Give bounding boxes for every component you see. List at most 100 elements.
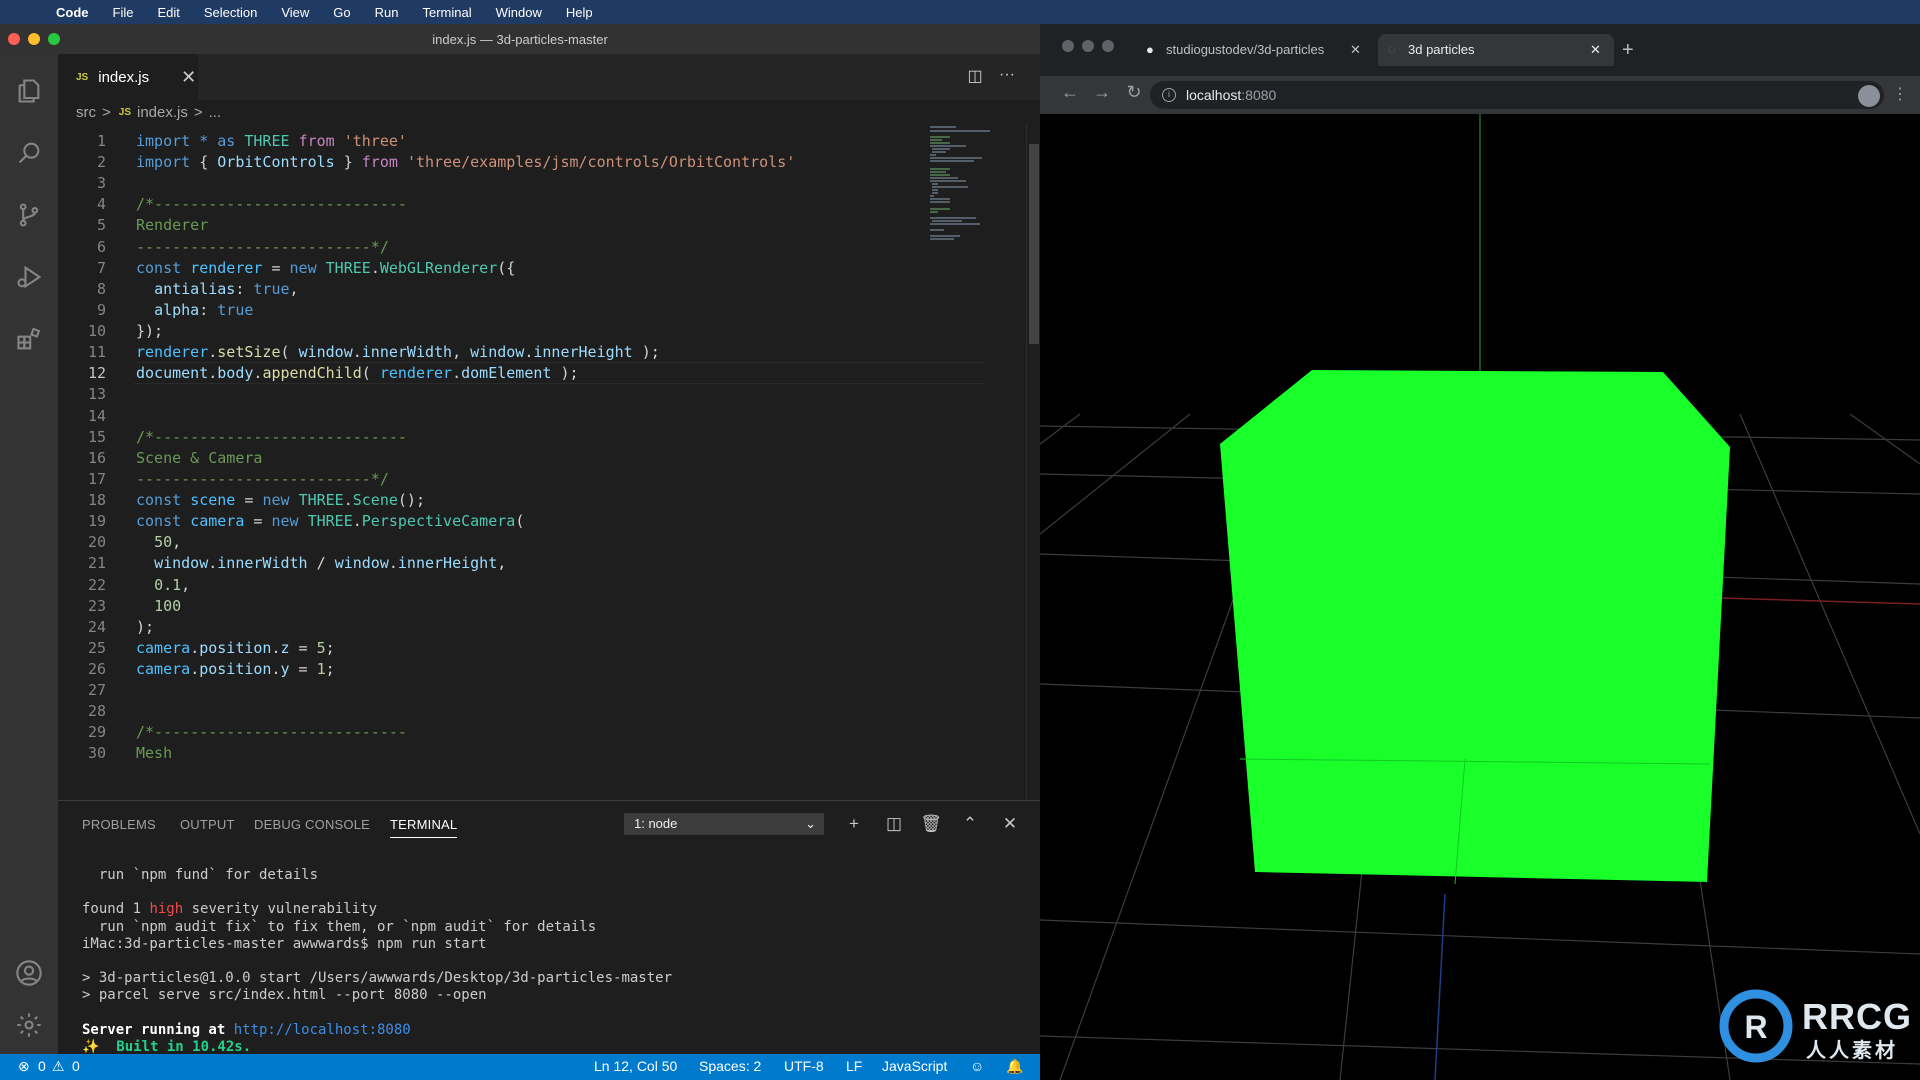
- cursor-position[interactable]: Ln 12, Col 50: [594, 1058, 677, 1074]
- minimize-window-button[interactable]: [28, 33, 40, 45]
- error-icon[interactable]: ⊗: [18, 1058, 30, 1075]
- forward-arrow-icon[interactable]: →: [1090, 82, 1114, 103]
- encoding[interactable]: UTF-8: [784, 1058, 824, 1074]
- code-line[interactable]: 9 alpha: true: [58, 299, 928, 321]
- browser-tab-github[interactable]: ● studiogustodev/3d-particles ✕: [1140, 34, 1368, 66]
- code-line[interactable]: 1 import * as THREE from 'three': [58, 130, 928, 152]
- code-line[interactable]: 13: [58, 383, 928, 405]
- code-line[interactable]: 22 0.1,: [58, 574, 928, 596]
- search-icon[interactable]: [14, 138, 44, 168]
- browser-menu-icon[interactable]: ⋮: [1892, 84, 1908, 104]
- code-line[interactable]: 11 renderer.setSize( window.innerWidth, w…: [58, 341, 928, 363]
- code-line[interactable]: 26 camera.position.y = 1;: [58, 658, 928, 680]
- kill-terminal-icon[interactable]: 🗑: [919, 813, 943, 835]
- tab-problems[interactable]: PROBLEMS: [82, 817, 156, 832]
- run-debug-icon[interactable]: [14, 262, 44, 292]
- site-info-icon[interactable]: i: [1162, 88, 1176, 102]
- code-line[interactable]: 17 --------------------------*/: [58, 468, 928, 490]
- menu-help[interactable]: Help: [566, 5, 593, 20]
- menu-file[interactable]: File: [113, 5, 134, 20]
- address-bar[interactable]: i localhost:8080 ☆: [1150, 81, 1884, 109]
- code-line[interactable]: 30 Mesh: [58, 742, 928, 764]
- close-tab-icon[interactable]: ✕: [1590, 34, 1601, 66]
- menu-edit[interactable]: Edit: [157, 5, 179, 20]
- close-window-button[interactable]: [1062, 40, 1074, 52]
- code-line[interactable]: 24);: [58, 616, 928, 638]
- code-line[interactable]: 7 const renderer = new THREE.WebGLRendere…: [58, 257, 928, 279]
- code-line[interactable]: 27: [58, 679, 928, 701]
- code-line[interactable]: 16 Scene & Camera: [58, 447, 928, 469]
- menu-selection[interactable]: Selection: [204, 5, 257, 20]
- close-window-button[interactable]: [8, 33, 20, 45]
- terminal-select-dropdown[interactable]: 1: node ⌄: [624, 813, 824, 835]
- minimap[interactable]: [928, 124, 1024, 284]
- settings-gear-icon[interactable]: [14, 1010, 44, 1040]
- indentation[interactable]: Spaces: 2: [699, 1058, 761, 1074]
- webgl-viewport[interactable]: [1040, 114, 1920, 1080]
- close-tab-icon[interactable]: ✕: [181, 67, 196, 88]
- code-line[interactable]: 25 camera.position.z = 5;: [58, 637, 928, 659]
- browser-tab-3d-particles[interactable]: ◌ 3d particles ✕: [1378, 34, 1614, 66]
- more-actions-icon[interactable]: ···: [996, 66, 1018, 88]
- code-line[interactable]: 5 Renderer: [58, 214, 928, 236]
- menu-window[interactable]: Window: [496, 5, 542, 20]
- account-icon[interactable]: [14, 958, 44, 988]
- menu-run[interactable]: Run: [375, 5, 399, 20]
- zoom-window-button[interactable]: [48, 33, 60, 45]
- code-line[interactable]: 4 /*----------------------------: [58, 193, 928, 215]
- code-line[interactable]: 15 /*----------------------------: [58, 426, 928, 448]
- code-line[interactable]: 2 import { OrbitControls } from 'three/ex…: [58, 151, 928, 173]
- menu-app-code[interactable]: Code: [56, 5, 89, 20]
- explorer-icon[interactable]: [14, 76, 44, 106]
- split-terminal-icon[interactable]: ◫: [882, 813, 906, 835]
- editor-scrollbar[interactable]: [1026, 124, 1040, 800]
- breadcrumb-file[interactable]: index.js: [137, 104, 188, 121]
- close-tab-icon[interactable]: ✕: [1350, 34, 1361, 66]
- code-editor[interactable]: 1 import * as THREE from 'three' 2 import {…: [58, 124, 1040, 800]
- code-line[interactable]: 19 const camera = new THREE.PerspectiveCa…: [58, 510, 928, 532]
- source-control-icon[interactable]: [14, 200, 44, 230]
- menu-go[interactable]: Go: [333, 5, 350, 20]
- minimize-window-button[interactable]: [1082, 40, 1094, 52]
- code-line[interactable]: 3: [58, 172, 928, 194]
- language-mode[interactable]: JavaScript: [882, 1058, 947, 1074]
- tab-terminal[interactable]: TERMINAL: [390, 817, 458, 838]
- new-tab-button[interactable]: +: [1622, 34, 1634, 66]
- code-line[interactable]: 8 antialias: true,: [58, 278, 928, 300]
- tab-output[interactable]: OUTPUT: [180, 817, 235, 832]
- reload-icon[interactable]: ↻: [1122, 82, 1146, 103]
- maximize-panel-icon[interactable]: ⌃: [958, 813, 982, 835]
- tab-index-js[interactable]: JS index.js ✕: [58, 54, 198, 100]
- code-line[interactable]: 29 /*----------------------------: [58, 721, 928, 743]
- scrollbar-thumb[interactable]: [1029, 144, 1039, 344]
- extensions-icon[interactable]: [14, 324, 44, 354]
- back-arrow-icon[interactable]: ←: [1058, 82, 1082, 103]
- profile-avatar[interactable]: [1858, 85, 1880, 107]
- code-line[interactable]: 20 50,: [58, 531, 928, 553]
- code-line[interactable]: 23 100: [58, 595, 928, 617]
- code-line[interactable]: 18 const scene = new THREE.Scene();: [58, 489, 928, 511]
- new-terminal-icon[interactable]: +: [842, 813, 866, 835]
- tab-debug-console[interactable]: DEBUG CONSOLE: [254, 817, 370, 832]
- notifications-bell-icon[interactable]: 🔔: [1006, 1058, 1023, 1075]
- error-count[interactable]: 0: [38, 1058, 46, 1074]
- zoom-window-button[interactable]: [1102, 40, 1114, 52]
- code-line[interactable]: 21 window.innerWidth / window.innerHeigh…: [58, 552, 928, 574]
- code-line[interactable]: 12 document.body.appendChild( renderer.do…: [58, 362, 928, 384]
- menu-view[interactable]: View: [281, 5, 309, 20]
- breadcrumb-symbol[interactable]: ...: [209, 104, 222, 121]
- code-line[interactable]: 6 --------------------------*/: [58, 236, 928, 258]
- split-editor-icon[interactable]: ◫: [964, 66, 986, 88]
- terminal-output[interactable]: run `npm fund` for details found 1 high s…: [82, 867, 1022, 1072]
- feedback-icon[interactable]: ☺: [970, 1058, 984, 1074]
- warning-icon[interactable]: ⚠: [52, 1058, 65, 1075]
- code-line[interactable]: 28: [58, 700, 928, 722]
- code-line[interactable]: 14: [58, 405, 928, 427]
- close-panel-icon[interactable]: ✕: [998, 813, 1022, 835]
- line-ending[interactable]: LF: [846, 1058, 862, 1074]
- code-line[interactable]: 10});: [58, 320, 928, 342]
- warning-count[interactable]: 0: [72, 1058, 80, 1074]
- breadcrumb-folder[interactable]: src: [76, 104, 96, 121]
- menu-terminal[interactable]: Terminal: [423, 5, 472, 20]
